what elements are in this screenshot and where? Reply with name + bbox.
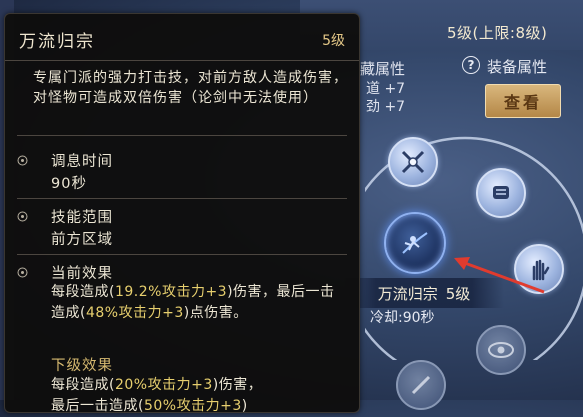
selected-skill-name: 万流归宗 xyxy=(377,284,438,303)
skill-tooltip: 万流归宗 5级 专属门派的强力打击技，对前方敌人造成伤害，对怪物可造成双倍伤害（… xyxy=(4,13,360,414)
selected-skill-label: 万流归宗 5级 xyxy=(344,278,504,308)
crossed-blades-icon xyxy=(401,150,425,174)
eye-icon xyxy=(488,342,514,358)
tooltip-header: 万流归宗 5级 xyxy=(5,14,359,61)
diamond-bullet-icon xyxy=(17,211,28,222)
divider xyxy=(17,135,347,136)
skill-cooldown: 冷却:90秒 xyxy=(370,310,435,326)
view-button[interactable]: 查看 xyxy=(485,84,561,118)
leaping-figure-icon xyxy=(402,232,428,254)
equipment-attributes-label[interactable]: 装备属性 xyxy=(487,56,547,77)
tooltip-description: 专属门派的强力打击技，对前方敌人造成伤害，对怪物可造成双倍伤害（论剑中无法使用） xyxy=(33,70,348,106)
selected-skill-level: 5级 xyxy=(445,284,471,303)
next-level-effect-text: 每段造成(20%攻击力+3)伤害， 最后一击造成(50%攻击力+3) xyxy=(51,377,263,414)
skill-range-label: 技能范围 xyxy=(51,210,113,226)
skill-level-cap: 5级(上限:8级) xyxy=(447,24,548,42)
recovery-time-value: 90秒 xyxy=(51,176,87,192)
divider xyxy=(17,198,347,199)
skill-node-selected-wanliu[interactable] xyxy=(384,212,446,274)
attribute-line: 劲 +7 xyxy=(366,99,406,115)
attribute-line: 道 +7 xyxy=(366,81,406,97)
skill-node-fist[interactable] xyxy=(476,168,526,218)
current-effect-label: 当前效果 xyxy=(51,266,113,282)
tooltip-skill-title: 万流归宗 xyxy=(19,32,95,52)
skill-node-blade[interactable] xyxy=(396,360,446,410)
tooltip-skill-level: 5级 xyxy=(322,33,345,49)
recovery-time-label: 调息时间 xyxy=(51,154,113,170)
hidden-attributes-title: 藏属性 xyxy=(360,60,406,78)
fist-strike-icon xyxy=(493,186,509,199)
next-level-effect-label: 下级效果 xyxy=(51,358,113,374)
help-icon[interactable]: ? xyxy=(462,56,480,74)
skill-node-crossed-swords[interactable] xyxy=(388,137,438,187)
diamond-bullet-icon xyxy=(17,267,28,278)
current-effect-text: 每段造成(19.2%攻击力+3)伤害，最后一击造成(48%攻击力+3)点伤害。 xyxy=(51,284,335,321)
skill-range-value: 前方区域 xyxy=(51,232,113,248)
skill-node-eye[interactable] xyxy=(476,325,526,375)
blade-icon xyxy=(411,375,431,395)
divider xyxy=(17,254,347,255)
diamond-bullet-icon xyxy=(17,155,28,166)
